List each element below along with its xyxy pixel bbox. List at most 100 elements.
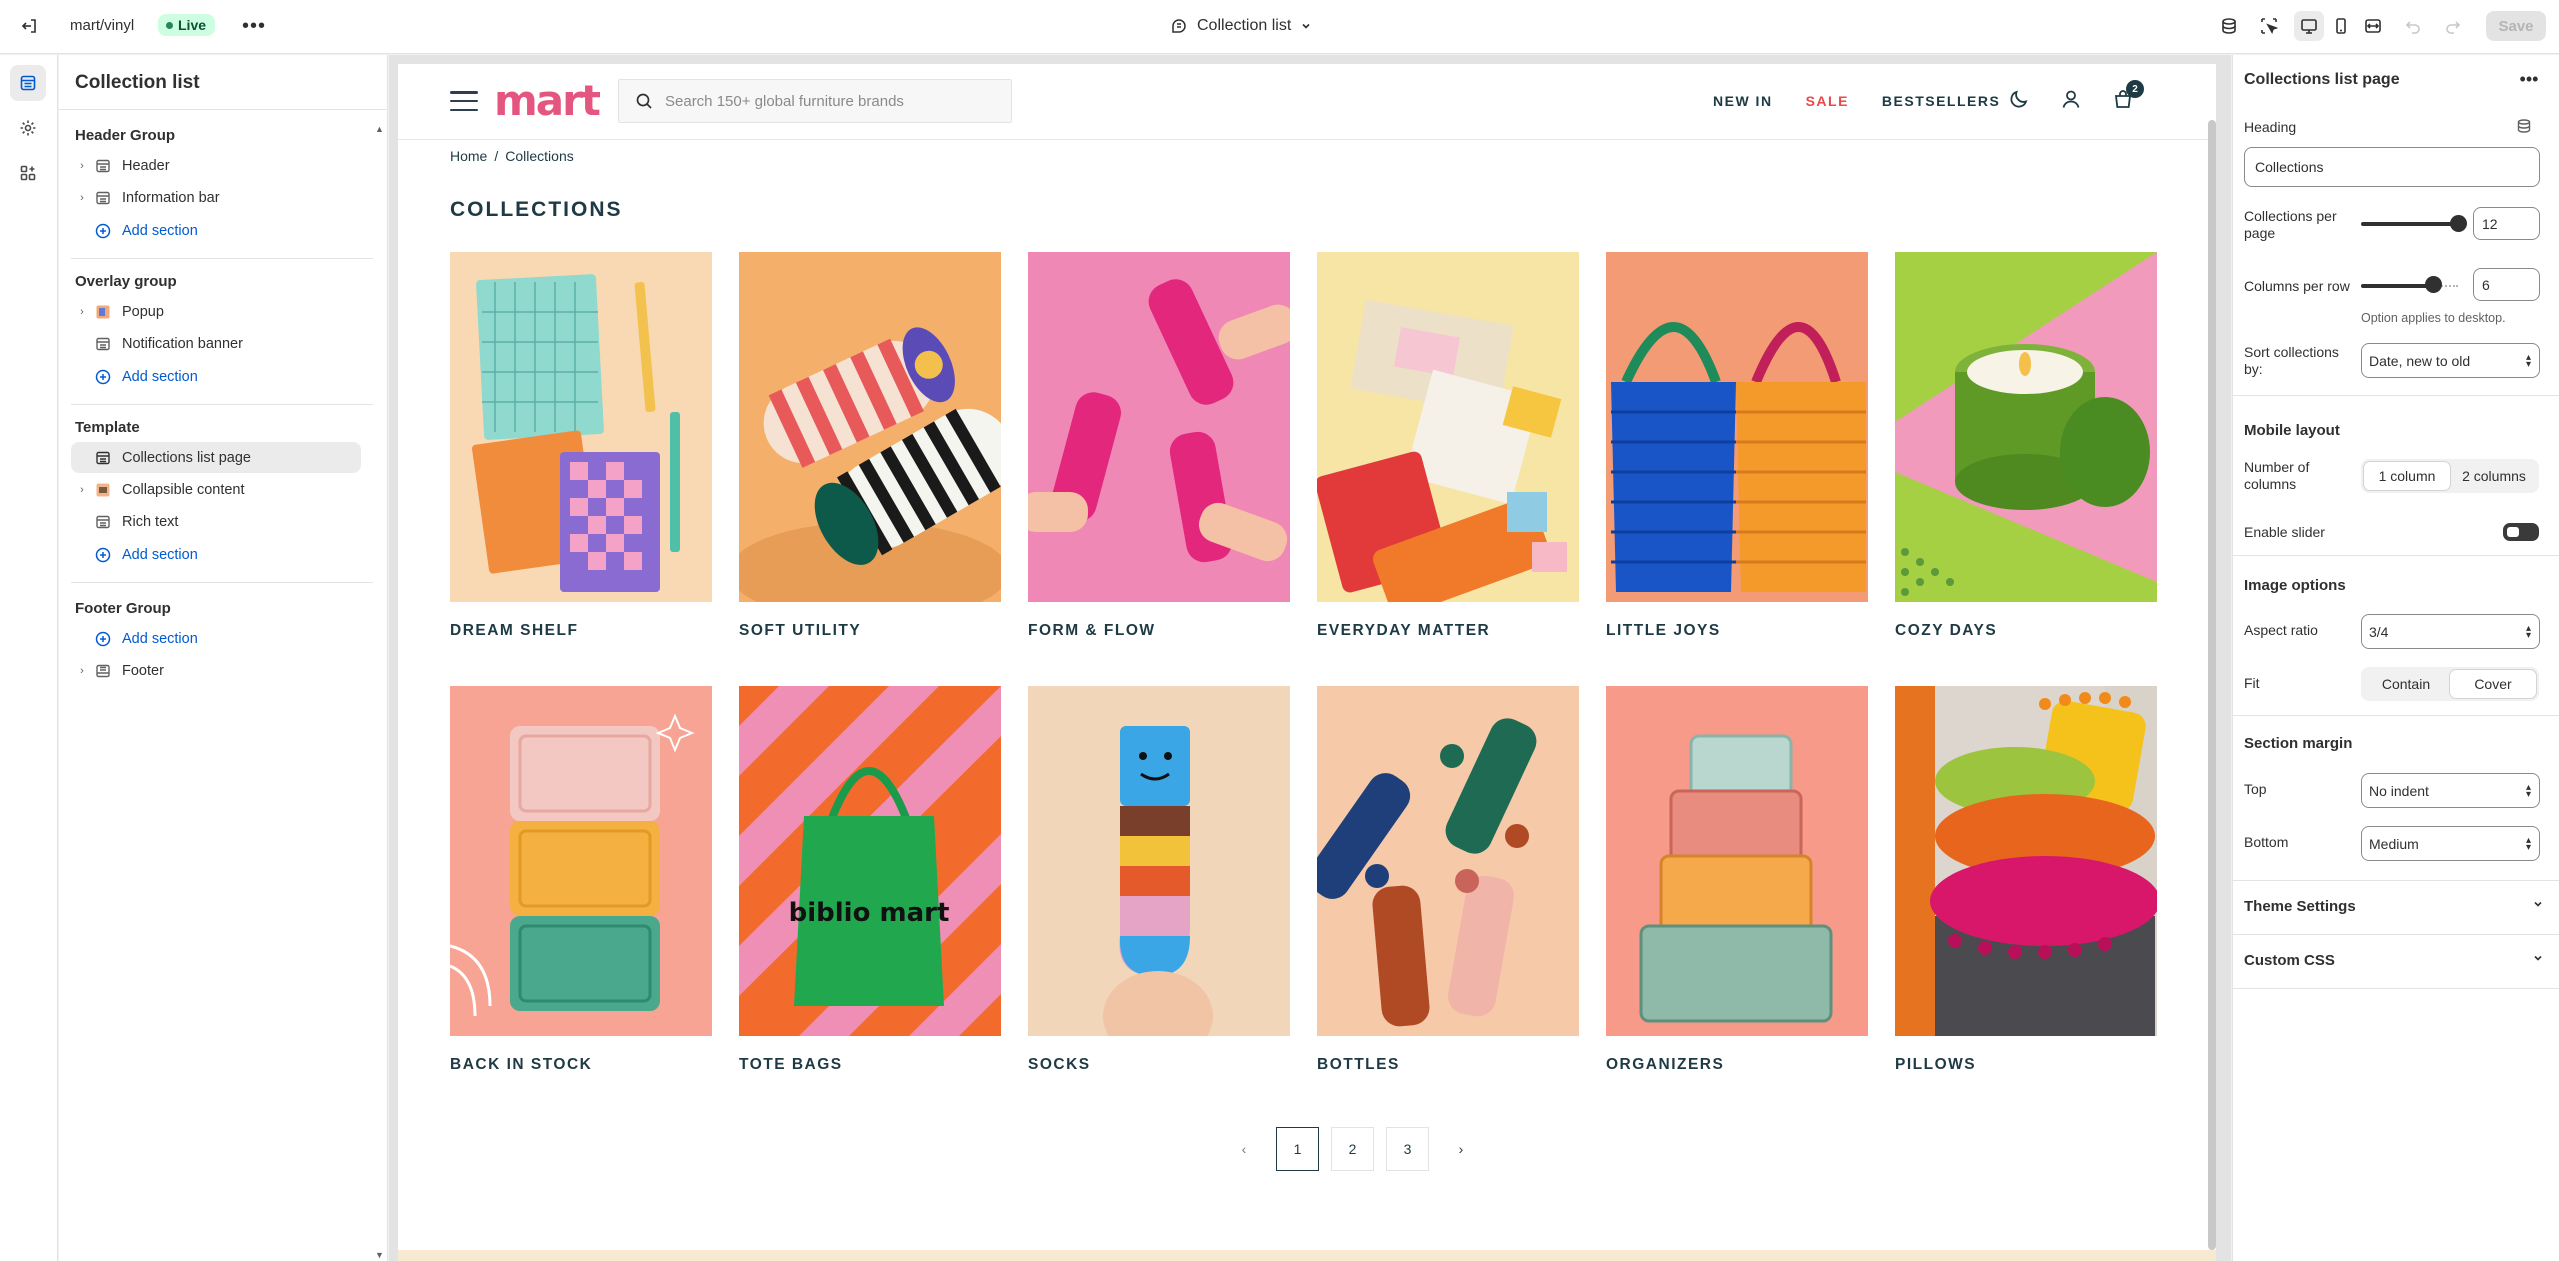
per-page-input[interactable]: 12 [2473,207,2540,240]
page-button-1[interactable]: 1 [1276,1127,1319,1171]
menu-hamburger-icon[interactable] [450,91,478,111]
add-section-button-overlay[interactable]: Add section [71,361,361,392]
fit-cover-option[interactable]: Cover [2449,669,2537,699]
chevron-right-icon[interactable]: › [74,484,90,496]
section-item-rich-text[interactable]: Rich text [71,506,361,537]
account-icon[interactable] [2060,88,2082,110]
collection-image[interactable] [1317,252,1579,602]
add-section-button-footer[interactable]: Add section [71,623,361,654]
search-input[interactable]: Search 150+ global furniture brands [618,79,1012,123]
two-columns-option[interactable]: 2 columns [2451,461,2537,491]
collection-card[interactable]: SOCKS [1028,686,1290,1074]
nav-link-bestsellers[interactable]: BESTSELLERS [1882,93,2000,109]
scroll-down-icon[interactable]: ▼ [375,1250,384,1260]
cart-icon[interactable]: 2 [2112,80,2144,115]
collection-image[interactable] [1895,686,2157,1036]
page-button-2[interactable]: 2 [1331,1127,1374,1171]
desktop-view-icon[interactable] [2294,11,2324,41]
add-section-button-template[interactable]: Add section [71,539,361,570]
collection-title[interactable]: PILLOWS [1895,1056,2157,1074]
section-item-information-bar[interactable]: › Information bar [71,182,361,213]
custom-css-toggle[interactable]: Custom CSS [2244,952,2544,969]
more-options-icon[interactable]: ••• [2515,67,2543,91]
collection-image[interactable] [1317,686,1579,1036]
collection-title[interactable]: SOFT UTILITY [739,622,1001,640]
fit-contain-option[interactable]: Contain [2363,669,2449,699]
redo-icon[interactable] [2438,11,2468,41]
apps-icon[interactable] [10,155,46,191]
collection-card[interactable]: ORGANIZERS [1606,686,1868,1074]
collection-image[interactable] [1895,252,2157,602]
section-item-header[interactable]: › Header [71,150,361,181]
aspect-ratio-select[interactable]: 3/4 ▴ ▾ [2361,614,2540,649]
next-page-icon[interactable]: › [1441,1127,1481,1171]
per-row-input[interactable]: 6 [2473,268,2540,301]
collection-image[interactable] [1606,686,1868,1036]
collection-image[interactable] [1606,252,1868,602]
more-actions-icon[interactable]: ••• [240,12,268,40]
collection-title[interactable]: TOTE BAGS [739,1056,1001,1074]
settings-gear-icon[interactable] [10,110,46,146]
per-row-slider-handle[interactable] [2425,276,2442,293]
collection-card[interactable]: SOFT UTILITY [739,252,1001,640]
collection-card[interactable]: EVERYDAY MATTER [1317,252,1579,640]
section-item-popup[interactable]: › Popup [71,296,361,327]
chevron-right-icon[interactable]: › [74,306,90,318]
collection-image[interactable] [450,686,712,1036]
undo-icon[interactable] [2398,11,2428,41]
collection-card[interactable]: LITTLE JOYS [1606,252,1868,640]
sections-icon[interactable] [10,65,46,101]
section-item-collections-list-page[interactable]: Collections list page [71,442,361,473]
section-item-collapsible-content[interactable]: › Collapsible content [71,474,361,505]
collection-title[interactable]: EVERYDAY MATTER [1317,622,1579,640]
moon-icon[interactable] [2008,88,2030,110]
margin-top-select[interactable]: No indent ▴ ▾ [2361,773,2540,808]
theme-settings-toggle[interactable]: Theme Settings [2244,898,2544,915]
collection-card[interactable]: BOTTLES [1317,686,1579,1074]
nav-link-new-in[interactable]: NEW IN [1713,93,1773,109]
collection-image[interactable] [739,252,1001,602]
full-width-view-icon[interactable] [2358,11,2388,41]
collection-card[interactable]: DREAM SHELF [450,252,712,640]
collection-image[interactable] [1028,252,1290,602]
collection-card[interactable]: COZY DAYS [1895,252,2157,640]
dynamic-source-icon[interactable] [2516,118,2532,139]
section-item-footer[interactable]: › Footer [71,655,361,686]
collection-title[interactable]: SOCKS [1028,1056,1290,1074]
save-button[interactable]: Save [2486,11,2546,41]
heading-input[interactable]: Collections [2244,147,2540,187]
collection-title[interactable]: DREAM SHELF [450,622,712,640]
scroll-up-icon[interactable]: ▲ [375,124,384,134]
mobile-view-icon[interactable] [2326,11,2356,41]
collection-card[interactable]: biblio mart TOTE BAGS [739,686,1001,1074]
collection-title[interactable]: COZY DAYS [1895,622,2157,640]
chevron-right-icon[interactable]: › [74,160,90,172]
chevron-right-icon[interactable]: › [74,192,90,204]
sort-select[interactable]: Date, new to old ▴ ▾ [2361,343,2540,378]
collection-title[interactable]: LITTLE JOYS [1606,622,1868,640]
collection-card[interactable]: BACK IN STOCK [450,686,712,1074]
collection-image[interactable]: biblio mart [739,686,1001,1036]
page-button-3[interactable]: 3 [1386,1127,1429,1171]
one-column-option[interactable]: 1 column [2363,461,2451,491]
nav-link-sale[interactable]: SALE [1806,93,1849,109]
exit-icon[interactable] [14,12,46,40]
collection-image[interactable] [450,252,712,602]
collection-card[interactable]: FORM & FLOW [1028,252,1290,640]
margin-bottom-select[interactable]: Medium ▴ ▾ [2361,826,2540,861]
chevron-right-icon[interactable]: › [74,665,90,677]
per-page-slider-track[interactable] [2361,222,2458,226]
add-section-button-header[interactable]: Add section [71,215,361,246]
collection-title[interactable]: BOTTLES [1317,1056,1579,1074]
collection-card[interactable]: PILLOWS [1895,686,2157,1074]
collection-title[interactable]: ORGANIZERS [1606,1056,1868,1074]
section-item-notification-banner[interactable]: Notification banner [71,328,361,359]
database-icon[interactable] [2214,11,2244,41]
breadcrumb-home-link[interactable]: Home [450,148,487,164]
collection-title[interactable]: FORM & FLOW [1028,622,1290,640]
per-page-slider-handle[interactable] [2450,215,2467,232]
collection-title[interactable]: BACK IN STOCK [450,1056,712,1074]
collection-image[interactable] [1028,686,1290,1036]
prev-page-icon[interactable]: ‹ [1224,1127,1264,1171]
store-logo[interactable]: mart [494,76,601,125]
